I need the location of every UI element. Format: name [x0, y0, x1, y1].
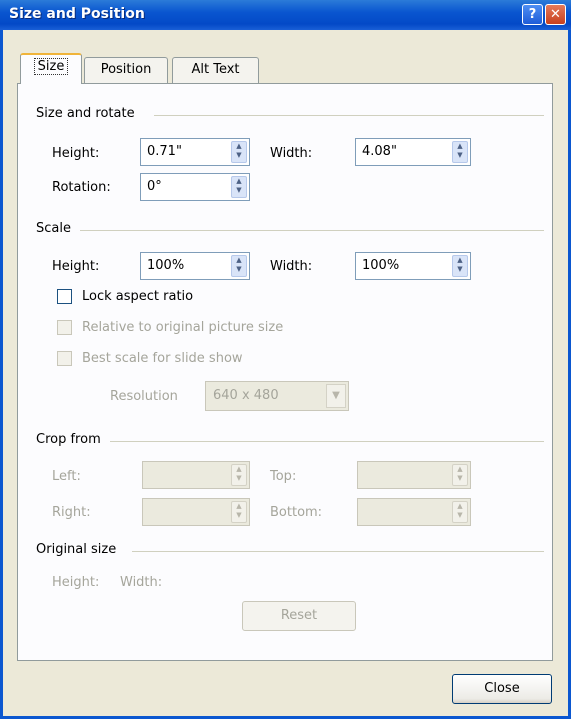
scale-height-spinner[interactable]: 100% ▲ ▼	[140, 252, 250, 280]
lock-aspect-checkbox[interactable]	[57, 289, 72, 304]
spinner-arrows-icon[interactable]: ▲ ▼	[231, 501, 247, 523]
height-spinner[interactable]: 0.71" ▲ ▼	[140, 138, 250, 166]
scale-width-label: Width:	[270, 259, 313, 274]
resolution-label: Resolution	[110, 389, 178, 404]
help-icon[interactable]: ?	[522, 4, 543, 25]
separator	[132, 551, 544, 552]
spinner-arrows-icon[interactable]: ▲ ▼	[452, 501, 468, 523]
scale-height-value: 100%	[147, 258, 185, 273]
crop-bottom-label: Bottom:	[270, 505, 323, 520]
spinner-arrows-icon[interactable]: ▲ ▼	[452, 141, 468, 163]
tab-alt-text-label: Alt Text	[191, 62, 240, 77]
tab-size-label: Size	[33, 58, 69, 75]
spinner-arrows-icon[interactable]: ▲ ▼	[231, 141, 247, 163]
relative-original-checkbox[interactable]	[57, 320, 72, 335]
tab-position[interactable]: Position	[84, 57, 168, 83]
width-value: 4.08"	[362, 144, 397, 159]
separator	[110, 441, 544, 442]
crop-bottom-spinner[interactable]: ▲ ▼	[357, 498, 471, 526]
crop-top-label: Top:	[270, 469, 297, 484]
close-button[interactable]: Close	[452, 674, 552, 704]
crop-left-spinner[interactable]: ▲ ▼	[142, 461, 250, 489]
crop-top-spinner[interactable]: ▲ ▼	[357, 461, 471, 489]
scale-width-value: 100%	[362, 258, 400, 273]
crop-right-label: Right:	[52, 505, 91, 520]
resolution-value: 640 x 480	[213, 388, 279, 403]
tab-alt-text[interactable]: Alt Text	[172, 57, 259, 83]
scale-heading: Scale	[36, 221, 71, 236]
best-scale-checkbox[interactable]	[57, 351, 72, 366]
separator	[80, 230, 544, 231]
height-label: Height:	[52, 146, 100, 161]
lock-aspect-label: Lock aspect ratio	[82, 289, 194, 304]
original-size-heading: Original size	[36, 542, 117, 557]
crop-heading: Crop from	[36, 432, 101, 447]
original-width-label: Width:	[120, 575, 163, 590]
resolution-select[interactable]: 640 x 480 ▼	[205, 381, 349, 411]
chevron-down-icon[interactable]: ▼	[326, 384, 346, 408]
window-title: Size and Position	[9, 6, 145, 22]
crop-right-spinner[interactable]: ▲ ▼	[142, 498, 250, 526]
separator	[154, 115, 544, 116]
spinner-arrows-icon[interactable]: ▲ ▼	[452, 255, 468, 277]
rotation-value: 0°	[147, 179, 162, 194]
scale-height-label: Height:	[52, 259, 100, 274]
width-label: Width:	[270, 146, 313, 161]
height-value: 0.71"	[147, 144, 182, 159]
rotation-label: Rotation:	[52, 180, 111, 195]
tab-size[interactable]: Size	[20, 53, 82, 84]
rotation-spinner[interactable]: 0° ▲ ▼	[140, 173, 250, 201]
spinner-arrows-icon[interactable]: ▲ ▼	[231, 464, 247, 486]
reset-button[interactable]: Reset	[242, 601, 356, 631]
spinner-arrows-icon[interactable]: ▲ ▼	[231, 255, 247, 277]
best-scale-label: Best scale for slide show	[82, 351, 243, 366]
tab-position-label: Position	[100, 62, 152, 77]
original-height-label: Height:	[52, 575, 100, 590]
title-bar: Size and Position ? ✕	[0, 0, 571, 30]
spinner-arrows-icon[interactable]: ▲ ▼	[231, 176, 247, 198]
width-spinner[interactable]: 4.08" ▲ ▼	[355, 138, 471, 166]
crop-left-label: Left:	[52, 469, 81, 484]
relative-original-label: Relative to original picture size	[82, 320, 284, 335]
size-rotate-heading: Size and rotate	[36, 106, 135, 121]
scale-width-spinner[interactable]: 100% ▲ ▼	[355, 252, 471, 280]
close-icon[interactable]: ✕	[545, 4, 566, 25]
spinner-arrows-icon[interactable]: ▲ ▼	[452, 464, 468, 486]
